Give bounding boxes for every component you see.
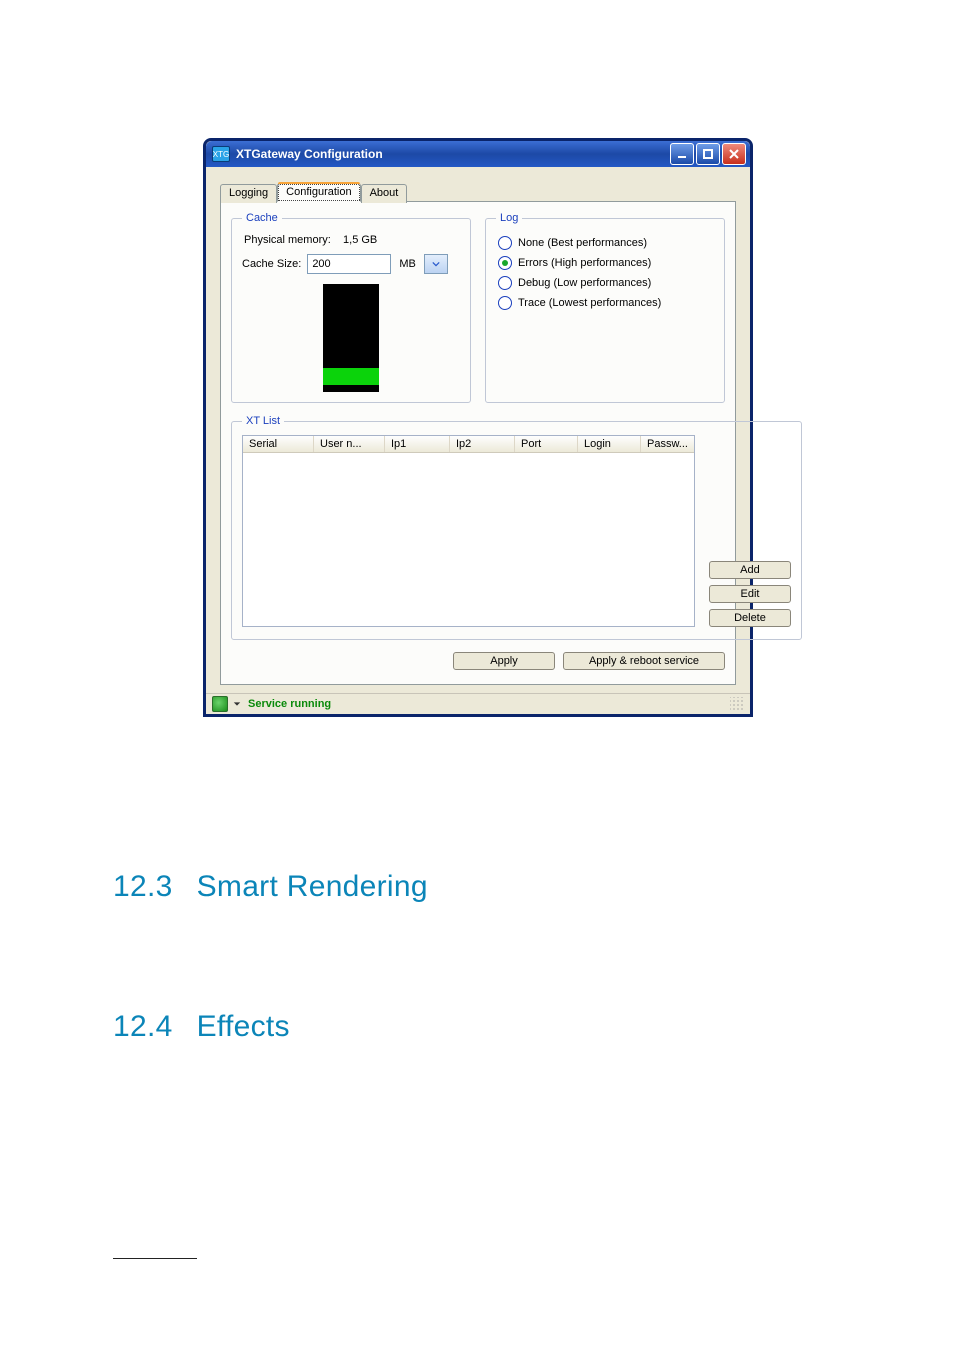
section-title: Smart Rendering <box>197 870 428 903</box>
xtlist-legend: XT List <box>242 415 284 427</box>
section-title: Effects <box>197 1010 290 1043</box>
cache-unit-label: MB <box>399 258 416 270</box>
col-port[interactable]: Port <box>515 436 578 452</box>
tabs: Logging Configuration About <box>220 183 736 202</box>
cache-group: Cache Physical memory: 1,5 GB Cache Size… <box>231 212 471 403</box>
section-number: 12.3 <box>113 870 173 903</box>
radio-icon <box>498 276 512 290</box>
cache-legend: Cache <box>242 212 282 224</box>
log-option-none[interactable]: None (Best performances) <box>498 236 714 250</box>
log-option-label: None (Best performances) <box>518 237 647 249</box>
section-number: 12.4 <box>113 1010 173 1043</box>
tab-about[interactable]: About <box>361 184 408 203</box>
cache-size-input[interactable] <box>307 254 391 274</box>
window-title: XTGateway Configuration <box>236 147 383 161</box>
phys-mem-value: 1,5 GB <box>343 234 377 246</box>
xtgateway-window: XTG XTGateway Configuration Logging <box>203 138 753 717</box>
tab-logging[interactable]: Logging <box>220 184 277 203</box>
radio-icon <box>498 236 512 250</box>
col-ip1[interactable]: Ip1 <box>385 436 450 452</box>
edit-button[interactable]: Edit <box>709 585 791 603</box>
log-option-label: Trace (Lowest performances) <box>518 297 661 309</box>
cache-gauge <box>323 284 379 392</box>
service-status-icon <box>212 696 228 712</box>
xtlist-grid[interactable]: Serial User n... Ip1 Ip2 Port Login Pass… <box>242 435 695 627</box>
resize-grip-icon[interactable] <box>730 697 744 711</box>
col-passw[interactable]: Passw... <box>641 436 694 452</box>
col-serial[interactable]: Serial <box>243 436 314 452</box>
add-button[interactable]: Add <box>709 561 791 579</box>
app-icon: XTG <box>212 146 230 162</box>
maximize-button[interactable] <box>696 143 720 165</box>
section-heading-12-3: 12.3 Smart Rendering <box>113 870 428 904</box>
section-heading-12-4: 12.4 Effects <box>113 1010 290 1044</box>
radio-icon <box>498 256 512 270</box>
col-user[interactable]: User n... <box>314 436 385 452</box>
titlebar[interactable]: XTG XTGateway Configuration <box>206 141 750 167</box>
log-option-debug[interactable]: Debug (Low performances) <box>498 276 714 290</box>
minimize-button[interactable] <box>670 143 694 165</box>
log-group: Log None (Best performances) Errors (Hig… <box>485 212 725 403</box>
status-menu-dropdown[interactable] <box>232 699 242 709</box>
status-bar: Service running <box>206 693 750 714</box>
cache-size-label: Cache Size: <box>242 258 301 270</box>
log-option-errors[interactable]: Errors (High performances) <box>498 256 714 270</box>
apply-reboot-button[interactable]: Apply & reboot service <box>563 652 725 670</box>
close-button[interactable] <box>722 143 746 165</box>
xtlist-group: XT List Serial User n... Ip1 Ip2 Port <box>231 415 802 640</box>
tab-page-configuration: Cache Physical memory: 1,5 GB Cache Size… <box>220 201 736 685</box>
log-option-label: Debug (Low performances) <box>518 277 651 289</box>
col-login[interactable]: Login <box>578 436 641 452</box>
log-option-label: Errors (High performances) <box>518 257 651 269</box>
tab-configuration[interactable]: Configuration <box>277 183 360 202</box>
log-option-trace[interactable]: Trace (Lowest performances) <box>498 296 714 310</box>
phys-mem-label: Physical memory: <box>244 234 331 246</box>
apply-button[interactable]: Apply <box>453 652 555 670</box>
radio-icon <box>498 296 512 310</box>
page-footer-rule <box>113 1258 197 1259</box>
status-text: Service running <box>248 698 331 710</box>
delete-button[interactable]: Delete <box>709 609 791 627</box>
cache-unit-dropdown[interactable] <box>424 254 448 274</box>
log-legend: Log <box>496 212 522 224</box>
col-ip2[interactable]: Ip2 <box>450 436 515 452</box>
